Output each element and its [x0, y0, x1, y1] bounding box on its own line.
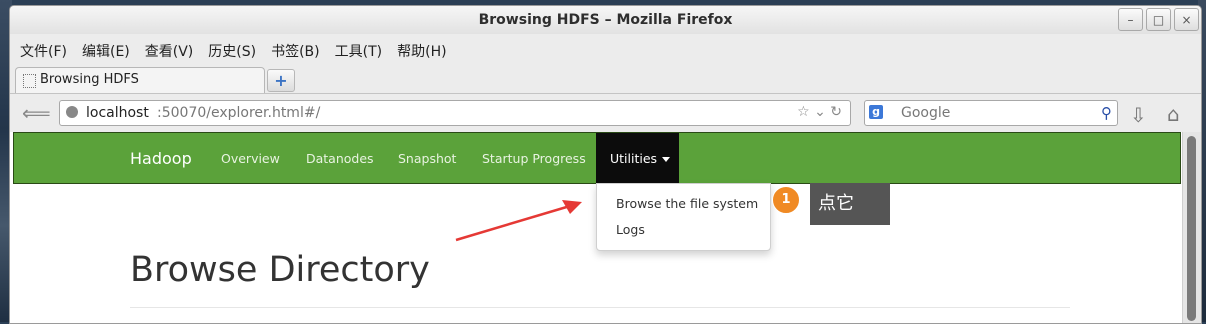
menu-tools[interactable]: 工具(T) — [335, 41, 382, 61]
nav-datanodes[interactable]: Datanodes — [306, 151, 374, 166]
brand-link[interactable]: Hadoop — [130, 149, 192, 168]
menu-bookmarks[interactable]: 书签(B) — [271, 41, 320, 61]
utilities-label: Utilities — [610, 151, 658, 166]
menu-view[interactable]: 查看(V) — [145, 41, 194, 61]
menu-history[interactable]: 历史(S) — [208, 41, 256, 61]
annotation-badge: 1 — [772, 186, 800, 214]
annotation-arrow-icon — [455, 200, 582, 242]
home-icon[interactable]: ⌂ — [1167, 102, 1180, 126]
browse-file-system-item[interactable]: Browse the file system — [616, 196, 758, 211]
navigation-toolbar: ⟸ localhost :50070/explorer.html#/ ☆ ⌄ ↻… — [10, 93, 1201, 132]
maximize-button[interactable]: □ — [1146, 8, 1171, 31]
hadoop-navbar: Hadoop Overview Datanodes Snapshot Start… — [13, 132, 1181, 184]
menu-edit[interactable]: 编辑(E) — [82, 41, 130, 61]
page-icon — [23, 74, 36, 88]
search-placeholder: Google — [901, 105, 951, 121]
nav-startup-progress[interactable]: Startup Progress — [482, 151, 586, 166]
nav-utilities[interactable]: Utilities — [596, 133, 679, 183]
nav-snapshot[interactable]: Snapshot — [398, 151, 456, 166]
url-path: :50070/explorer.html#/ — [157, 105, 321, 121]
caret-down-icon — [662, 157, 670, 162]
divider — [130, 307, 1070, 308]
tab-strip: Browsing HDFS + — [10, 67, 1201, 93]
download-icon[interactable]: ⇩ — [1130, 103, 1147, 127]
window-title: Browsing HDFS – Mozilla Firefox — [478, 12, 733, 28]
tab-label: Browsing HDFS — [40, 72, 139, 87]
search-icon[interactable]: ⚲ — [1101, 104, 1112, 122]
annotation-tooltip: 点它 — [810, 183, 890, 225]
tab-browsing-hdfs[interactable]: Browsing HDFS — [15, 67, 265, 93]
bookmark-star-icon[interactable]: ☆ ⌄ ↻ — [797, 104, 842, 120]
globe-icon — [66, 106, 78, 118]
menu-bar: 文件(F) 编辑(E) 查看(V) 历史(S) 书签(B) 工具(T) 帮助(H… — [20, 41, 462, 61]
minimize-button[interactable]: – — [1118, 8, 1143, 31]
back-icon[interactable]: ⟸ — [22, 102, 51, 124]
scrollbar-thumb[interactable] — [1187, 136, 1196, 321]
search-bar[interactable]: g Google ⚲ — [864, 100, 1118, 126]
browser-window: Browsing HDFS – Mozilla Firefox – □ × 文件… — [9, 5, 1202, 324]
nav-overview[interactable]: Overview — [221, 151, 280, 166]
url-host: localhost — [86, 105, 149, 121]
page-heading: Browse Directory — [130, 250, 430, 290]
logs-item[interactable]: Logs — [616, 222, 645, 237]
page-content: Hadoop Overview Datanodes Snapshot Start… — [10, 132, 1182, 323]
new-tab-button[interactable]: + — [267, 69, 295, 92]
plus-icon: + — [274, 71, 288, 90]
address-bar[interactable]: localhost :50070/explorer.html#/ ☆ ⌄ ↻ — [59, 100, 851, 126]
close-button[interactable]: × — [1174, 8, 1199, 31]
title-bar[interactable]: Browsing HDFS – Mozilla Firefox – □ × — [10, 6, 1201, 34]
scrollbar[interactable] — [1182, 132, 1201, 323]
google-icon[interactable]: g — [869, 105, 883, 119]
menu-help[interactable]: 帮助(H) — [397, 41, 446, 61]
menu-file[interactable]: 文件(F) — [20, 41, 67, 61]
utilities-dropdown: Browse the file system Logs — [596, 183, 771, 251]
